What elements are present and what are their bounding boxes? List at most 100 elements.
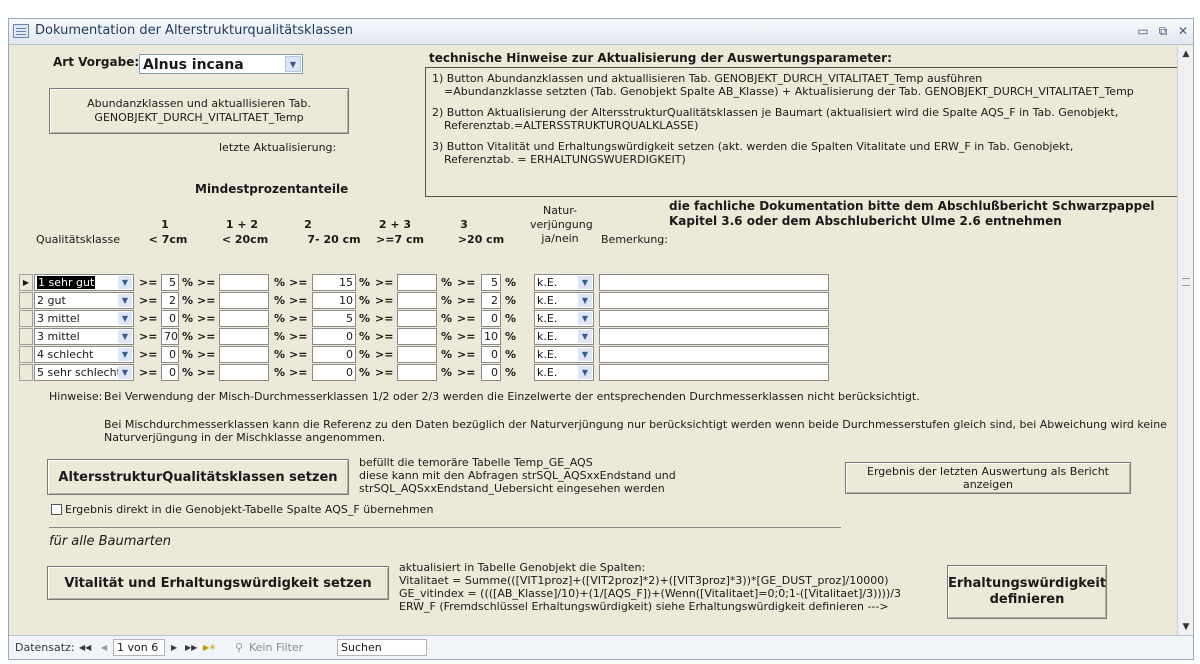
chevron-down-icon[interactable]: ▼ [118,330,132,343]
first-record-icon[interactable]: ◀◀ [79,643,91,652]
vitalitaet-button[interactable]: Vitalität und Erhaltungswürdigkeit setze… [47,566,389,600]
row-c23-input[interactable] [397,274,437,291]
row-bemerkung-input[interactable] [599,328,829,345]
row-c2-input[interactable]: 10 [312,292,356,309]
row-naturverjuengung-combo[interactable]: k.E. ▼ [534,364,594,381]
row-bemerkung-input[interactable] [599,310,829,327]
row-bemerkung-input[interactable] [599,346,829,363]
header-qualitaetsklasse: Qualitätsklasse [36,233,120,246]
row-c2-input[interactable]: 0 [312,328,356,345]
chevron-down-icon[interactable]: ▼ [285,56,301,72]
row-c1-input[interactable]: 0 [161,310,179,327]
last-record-icon[interactable]: ▶▶ [185,643,197,652]
kein-filter-button[interactable]: Kein Filter [249,641,303,654]
row-c23-input[interactable] [397,292,437,309]
row-c12-input[interactable] [219,364,269,381]
chevron-down-icon[interactable]: ▼ [578,276,592,289]
chevron-down-icon[interactable]: ▼ [578,348,592,361]
row-c1-input[interactable]: 5 [161,274,179,291]
row-c3-input[interactable]: 2 [481,292,501,309]
row-c23-input[interactable] [397,346,437,363]
row-c3-input[interactable]: 10 [481,328,501,345]
next-record-icon[interactable]: ▶ [171,643,177,652]
row-qualitaetsklasse-combo[interactable]: 2 gut ▼ [34,292,134,309]
row-naturverjuengung-combo[interactable]: k.E. ▼ [534,274,594,291]
chevron-down-icon[interactable]: ▼ [118,294,132,307]
row-bemerkung-input[interactable] [599,364,829,381]
row-qualitaetsklasse-combo[interactable]: 3 mittel ▼ [34,328,134,345]
vertical-scrollbar[interactable]: ▲ ▼ [1177,46,1193,635]
chevron-down-icon[interactable]: ▼ [118,276,132,289]
close-icon[interactable]: ✕ [1175,23,1191,39]
chevron-down-icon[interactable]: ▼ [578,366,592,379]
new-record-icon[interactable]: ▶✳ [203,643,216,652]
row-naturverjuengung-combo[interactable]: k.E. ▼ [534,292,594,309]
chevron-down-icon[interactable]: ▼ [118,366,132,379]
row-c1-input[interactable]: 0 [161,346,179,363]
abundanz-button[interactable]: Abundanzklassen und aktuallisieren Tab. … [49,88,349,134]
row-qualitaetsklasse-combo[interactable]: 1 sehr gut ▼ [34,274,134,291]
minimize-icon[interactable]: ▭ [1135,23,1151,39]
pct-sign: % [182,276,194,289]
row-c1-input[interactable]: 0 [161,364,179,381]
row-c23-input[interactable] [397,364,437,381]
chevron-down-icon[interactable]: ▼ [118,312,132,325]
scroll-grip-icon[interactable] [1182,278,1190,286]
aqs-uebernehmen-checkbox[interactable] [51,504,62,515]
row-c2-input[interactable]: 5 [312,310,356,327]
row-c2-input[interactable]: 15 [312,274,356,291]
chevron-down-icon[interactable]: ▼ [118,348,132,361]
row-bemerkung-input[interactable] [599,274,829,291]
record-selector[interactable] [19,364,33,381]
scroll-up-icon[interactable]: ▲ [1178,46,1194,62]
search-box[interactable]: Suchen [337,639,427,656]
record-selector[interactable]: ▶ [19,274,33,291]
row-c3-input[interactable]: 0 [481,346,501,363]
record-selector[interactable] [19,310,33,327]
row-naturverjuengung-combo[interactable]: k.E. ▼ [534,310,594,327]
row-bemerkung-input[interactable] [599,292,829,309]
checkbox-label: Ergebnis direkt in die Genobjekt-Tabelle… [65,503,434,516]
row-c12-input[interactable] [219,292,269,309]
table-row: 2 gut ▼ >= 2% >=% >= 10% >=% >= 2% k.E. ▼ [19,292,1179,309]
row-qualitaetsklasse-combo[interactable]: 5 sehr schlecht ▼ [34,364,134,381]
art-vorgabe-combo[interactable]: Alnus incana ▼ [139,54,303,74]
restore-icon[interactable]: ⧉ [1155,23,1171,39]
row-c23-input[interactable] [397,328,437,345]
note-1: 1) Button Abundanzklassen und aktuallisi… [432,72,1172,98]
row-c2-input[interactable]: 0 [312,364,356,381]
prev-record-icon[interactable]: ◀ [101,643,107,652]
row-c3-input[interactable]: 5 [481,274,501,291]
row-c1-input[interactable]: 70 [161,328,179,345]
aqs-setzen-button[interactable]: AltersstrukturQualitätsklassen setzen [47,459,349,495]
hinweise-1: Bei Verwendung der Misch-Durchmesserklas… [104,390,920,403]
row-c1-input[interactable]: 2 [161,292,179,309]
chevron-down-icon[interactable]: ▼ [578,330,592,343]
bericht-button[interactable]: Ergebnis der letzten Auswertung als Beri… [845,462,1131,494]
row-c12-input[interactable] [219,328,269,345]
record-position-field[interactable]: 1 von 6 [113,639,165,656]
letzte-aktualisierung-label: letzte Aktualisierung: [219,141,337,154]
op-ge: >= [457,312,476,325]
row-c3-input[interactable]: 0 [481,364,501,381]
chevron-down-icon[interactable]: ▼ [578,312,592,325]
row-c12-input[interactable] [219,274,269,291]
record-selector[interactable] [19,346,33,363]
row-qualitaetsklasse-combo[interactable]: 3 mittel ▼ [34,310,134,327]
row-c3-input[interactable]: 0 [481,310,501,327]
row-c2-input[interactable]: 0 [312,346,356,363]
row-qk-value: 2 gut [37,294,66,307]
row-naturverjuengung-combo[interactable]: k.E. ▼ [534,328,594,345]
row-c23-input[interactable] [397,310,437,327]
row-qualitaetsklasse-combo[interactable]: 4 schlecht ▼ [34,346,134,363]
chevron-down-icon[interactable]: ▼ [578,294,592,307]
row-naturverjuengung-combo[interactable]: k.E. ▼ [534,346,594,363]
erhaltung-definieren-button[interactable]: Erhaltungswürdigkeit definieren [947,565,1107,619]
record-selector[interactable] [19,328,33,345]
scroll-down-icon[interactable]: ▼ [1178,619,1194,635]
record-selector[interactable] [19,292,33,309]
table-row: 4 schlecht ▼ >= 0% >=% >= 0% >=% >= 0% k.E. ▼ [19,346,1179,363]
row-c12-input[interactable] [219,310,269,327]
row-c12-input[interactable] [219,346,269,363]
filter-icon[interactable]: ⚲ [235,641,243,654]
